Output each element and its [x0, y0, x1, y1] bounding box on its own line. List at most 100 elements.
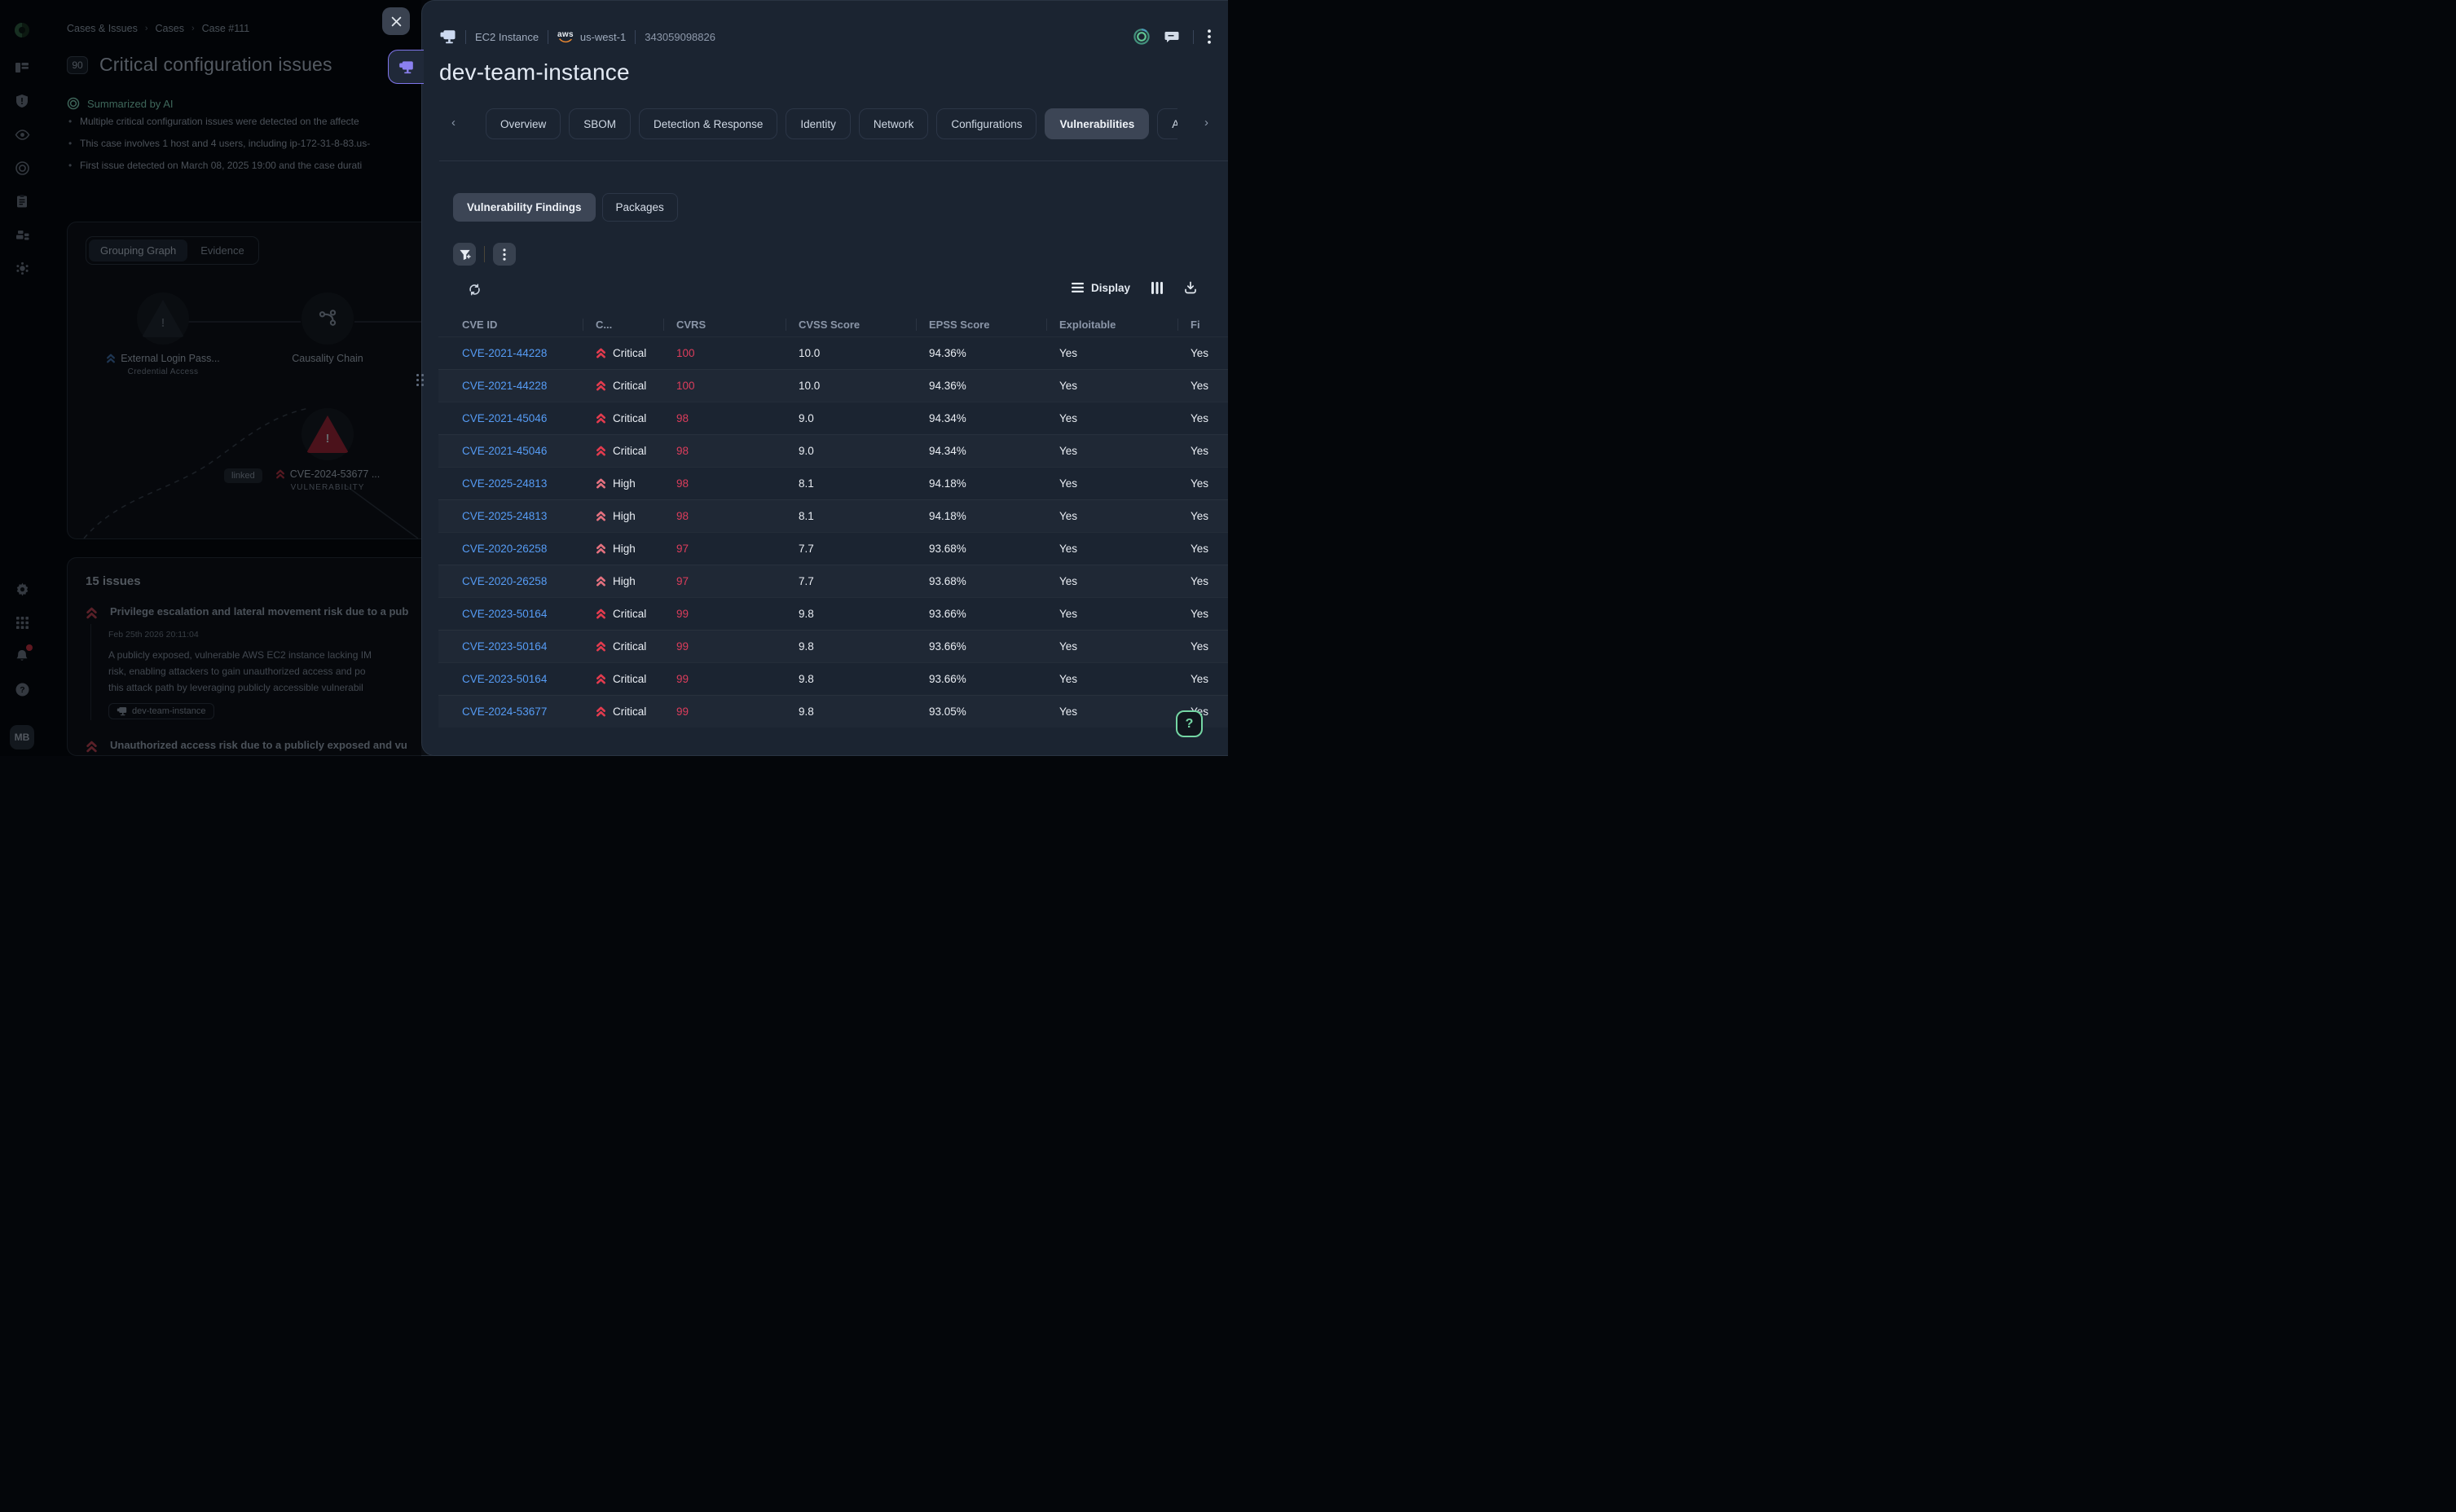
epss-cell: 94.34% [916, 412, 1046, 424]
export-button[interactable] [1184, 281, 1197, 294]
cve-link[interactable]: CVE-2020-26258 [462, 543, 547, 555]
tabs-scroll-left-icon[interactable]: ‹ [451, 116, 456, 130]
display-button[interactable]: Display [1072, 282, 1130, 294]
severity-chevrons-icon [596, 674, 606, 684]
entity-drawer: EC2 Instance aws us-west-1 343059098826 … [421, 0, 1228, 756]
exploitable-cell: Yes [1046, 705, 1177, 718]
exploitable-cell: Yes [1046, 608, 1177, 620]
entity-type-label: EC2 Instance [475, 31, 539, 43]
hamburger-icon [1072, 283, 1084, 292]
table-row[interactable]: CVE-2024-53677Critical999.893.05%YesYes [438, 695, 1228, 727]
tab-identity[interactable]: Identity [786, 108, 851, 139]
drawer-resize-handle[interactable] [416, 374, 425, 387]
table-row[interactable]: CVE-2021-44228Critical10010.094.36%YesYe… [438, 336, 1228, 369]
tab-configurations[interactable]: Configurations [936, 108, 1037, 139]
add-filter-button[interactable] [453, 243, 476, 266]
fix-cell: Yes [1177, 477, 1228, 490]
column-header[interactable]: C... [583, 319, 663, 331]
fix-cell: Yes [1177, 640, 1228, 653]
table-row[interactable]: CVE-2025-24813High988.194.18%YesYes [438, 467, 1228, 499]
tabs-scroll-right-icon[interactable]: › [1204, 116, 1208, 130]
table-options-button[interactable] [493, 243, 516, 266]
cve-link[interactable]: CVE-2023-50164 [462, 673, 547, 685]
cve-link[interactable]: CVE-2025-24813 [462, 510, 547, 522]
vulnerability-findings-table: CVE IDC...CVRSCVSS ScoreEPSS ScoreExploi… [438, 312, 1228, 727]
cvss-cell: 9.8 [786, 640, 916, 653]
epss-cell: 94.18% [916, 477, 1046, 490]
cve-link[interactable]: CVE-2021-45046 [462, 412, 547, 424]
fix-cell: Yes [1177, 445, 1228, 457]
column-header[interactable]: EPSS Score [916, 319, 1046, 331]
comments-icon[interactable] [1164, 30, 1179, 44]
instance-monitor-icon [439, 29, 456, 44]
subtab-packages[interactable]: Packages [602, 193, 678, 222]
column-header[interactable]: CVSS Score [786, 319, 916, 331]
cve-link[interactable]: CVE-2023-50164 [462, 608, 547, 620]
table-row[interactable]: CVE-2023-50164Critical999.893.66%YesYes [438, 630, 1228, 662]
epss-cell: 94.34% [916, 445, 1046, 457]
tab-ac[interactable]: Ac [1157, 108, 1177, 139]
exploitable-cell: Yes [1046, 412, 1177, 424]
ai-ring-icon[interactable] [1133, 28, 1151, 46]
refresh-button[interactable] [468, 283, 482, 297]
severity-cell: Critical [583, 673, 663, 685]
help-button[interactable]: ? [1176, 710, 1203, 737]
cve-link[interactable]: CVE-2020-26258 [462, 575, 547, 587]
severity-cell: Critical [583, 380, 663, 392]
column-header[interactable]: Fi [1177, 319, 1228, 331]
exploitable-cell: Yes [1046, 575, 1177, 587]
entity-title: dev-team-instance [439, 59, 630, 86]
fix-cell: Yes [1177, 380, 1228, 392]
cvss-cell: 7.7 [786, 543, 916, 555]
tab-network[interactable]: Network [859, 108, 929, 139]
epss-cell: 94.36% [916, 380, 1046, 392]
cve-link[interactable]: CVE-2023-50164 [462, 640, 547, 653]
cvss-cell: 9.8 [786, 705, 916, 718]
cvrs-cell: 99 [663, 705, 786, 718]
tab-overview[interactable]: Overview [486, 108, 561, 139]
column-header[interactable]: CVE ID [438, 319, 583, 331]
exploitable-cell: Yes [1046, 347, 1177, 359]
tabs-underline [439, 160, 1228, 161]
cve-link[interactable]: CVE-2021-44228 [462, 380, 547, 392]
column-header[interactable]: CVRS [663, 319, 786, 331]
tab-sbom[interactable]: SBOM [569, 108, 631, 139]
kebab-menu-icon[interactable] [1208, 29, 1211, 44]
drawer-entity-tab[interactable] [388, 50, 424, 84]
vulnerability-table-body: CVE-2021-44228Critical10010.094.36%YesYe… [438, 336, 1228, 727]
table-row[interactable]: CVE-2021-45046Critical989.094.34%YesYes [438, 402, 1228, 434]
table-row[interactable]: CVE-2025-24813High988.194.18%YesYes [438, 499, 1228, 532]
exploitable-cell: Yes [1046, 640, 1177, 653]
severity-chevrons-icon [596, 706, 606, 717]
tab-detection-response[interactable]: Detection & Response [639, 108, 777, 139]
fix-cell: Yes [1177, 510, 1228, 522]
epss-cell: 93.66% [916, 640, 1046, 653]
instance-monitor-icon [398, 60, 414, 74]
close-drawer-button[interactable] [382, 7, 410, 35]
cve-link[interactable]: CVE-2024-53677 [462, 705, 547, 718]
epss-cell: 93.66% [916, 608, 1046, 620]
table-row[interactable]: CVE-2020-26258High977.793.68%YesYes [438, 565, 1228, 597]
exploitable-cell: Yes [1046, 477, 1177, 490]
cve-link[interactable]: CVE-2025-24813 [462, 477, 547, 490]
cvrs-cell: 100 [663, 347, 786, 359]
tab-vulnerabilities[interactable]: Vulnerabilities [1045, 108, 1149, 139]
cve-link[interactable]: CVE-2021-44228 [462, 347, 547, 359]
column-header[interactable]: Exploitable [1046, 319, 1177, 331]
table-row[interactable]: CVE-2021-44228Critical10010.094.36%YesYe… [438, 369, 1228, 402]
table-row[interactable]: CVE-2020-26258High977.793.68%YesYes [438, 532, 1228, 565]
fix-cell: Yes [1177, 673, 1228, 685]
fix-cell: Yes [1177, 347, 1228, 359]
table-row[interactable]: CVE-2023-50164Critical999.893.66%YesYes [438, 662, 1228, 695]
table-row[interactable]: CVE-2023-50164Critical999.893.66%YesYes [438, 597, 1228, 630]
subtab-vulnerability-findings[interactable]: Vulnerability Findings [453, 193, 596, 222]
severity-cell: Critical [583, 608, 663, 620]
close-icon [391, 16, 402, 27]
table-row[interactable]: CVE-2021-45046Critical989.094.34%YesYes [438, 434, 1228, 467]
region-label: us-west-1 [580, 31, 626, 43]
columns-icon [1151, 282, 1163, 294]
exploitable-cell: Yes [1046, 510, 1177, 522]
cvrs-cell: 100 [663, 380, 786, 392]
columns-button[interactable] [1151, 282, 1163, 294]
cve-link[interactable]: CVE-2021-45046 [462, 445, 547, 457]
